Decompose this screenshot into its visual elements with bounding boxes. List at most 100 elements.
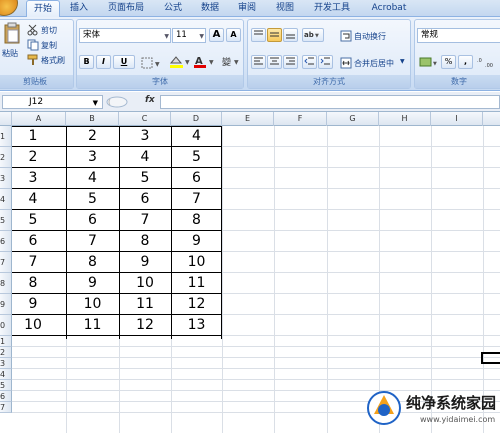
comma-button[interactable]: , — [458, 55, 473, 69]
cell-b5[interactable]: 6 — [66, 210, 119, 231]
cell-b4[interactable]: 5 — [66, 189, 119, 210]
align-left-button[interactable] — [251, 55, 266, 69]
formula-input[interactable] — [160, 95, 500, 109]
orientation-button[interactable]: ab ▼ — [302, 28, 324, 42]
tab-acrobat[interactable]: Acrobat — [364, 0, 414, 17]
cell-a10[interactable]: 10 — [6, 315, 60, 336]
cell-c5[interactable]: 7 — [119, 210, 171, 231]
underline-button[interactable]: U — [113, 55, 135, 69]
cell-d1[interactable]: 4 — [171, 126, 222, 147]
fill-color-icon[interactable]: ▼ — [169, 55, 193, 69]
cell-b10[interactable]: 11 — [66, 315, 119, 336]
row-header[interactable]: 5 — [0, 380, 12, 391]
column-header-d[interactable]: D — [171, 112, 222, 126]
cell-b8[interactable]: 9 — [66, 273, 119, 294]
cell-b7[interactable]: 8 — [66, 252, 119, 273]
cell-a1[interactable]: 1 — [6, 126, 60, 147]
cell-a3[interactable]: 3 — [6, 168, 60, 189]
copy-button[interactable]: 复制 — [41, 40, 57, 51]
cell-c4[interactable]: 6 — [119, 189, 171, 210]
cell-b3[interactable]: 4 — [66, 168, 119, 189]
cut-button[interactable]: 剪切 — [41, 25, 57, 36]
font-color-icon[interactable]: A ▼ — [193, 55, 217, 69]
cell-a2[interactable]: 2 — [6, 147, 60, 168]
currency-icon[interactable]: ▼ — [419, 56, 439, 68]
tab-review[interactable]: 审阅 — [230, 0, 264, 17]
cell-d10[interactable]: 13 — [171, 315, 222, 336]
column-header-c[interactable]: C — [119, 112, 171, 126]
tab-page-layout[interactable]: 页面布局 — [100, 0, 152, 17]
cell-c8[interactable]: 10 — [119, 273, 171, 294]
bold-button[interactable]: B — [79, 55, 94, 69]
column-header-f[interactable]: F — [274, 112, 327, 126]
percent-button[interactable]: % — [441, 55, 456, 69]
align-center-button[interactable] — [267, 55, 282, 69]
cancel-formula-icon[interactable] — [106, 96, 128, 108]
cell-a7[interactable]: 7 — [6, 252, 60, 273]
insert-function-button[interactable]: fx — [145, 95, 155, 105]
tab-developer[interactable]: 开发工具 — [306, 0, 358, 17]
cell-c10[interactable]: 12 — [119, 315, 171, 336]
column-header-i[interactable]: I — [431, 112, 483, 126]
row-header[interactable]: 6 — [0, 391, 12, 402]
column-header-b[interactable]: B — [66, 112, 119, 126]
column-header-h[interactable]: H — [379, 112, 431, 126]
paste-button[interactable]: 粘贴 — [1, 22, 23, 72]
grow-font-button[interactable]: A — [209, 28, 224, 42]
cell-d7[interactable]: 10 — [171, 252, 222, 273]
cell-c9[interactable]: 11 — [119, 294, 171, 315]
row-header[interactable]: 7 — [0, 402, 12, 413]
decrease-indent-button[interactable] — [302, 55, 317, 69]
cell-d8[interactable]: 11 — [171, 273, 222, 294]
column-header-e[interactable]: E — [222, 112, 274, 126]
cell-d9[interactable]: 12 — [171, 294, 222, 315]
align-middle-button[interactable] — [267, 28, 282, 42]
tab-formulas[interactable]: 公式 — [156, 0, 190, 17]
column-header-a[interactable]: A — [12, 112, 66, 126]
merge-center-button[interactable]: 合并后居中 — [354, 58, 394, 69]
align-top-button[interactable] — [251, 28, 266, 42]
cell-a4[interactable]: 4 — [6, 189, 60, 210]
format-painter-button[interactable]: 格式刷 — [41, 55, 65, 66]
increase-decimal-icon[interactable]: .0.00 — [477, 56, 500, 68]
active-cell-selection[interactable] — [481, 352, 500, 364]
align-bottom-button[interactable] — [283, 28, 298, 42]
italic-button[interactable]: I — [96, 55, 111, 69]
cell-d6[interactable]: 9 — [171, 231, 222, 252]
wrap-text-button[interactable]: 自动换行 — [354, 31, 386, 42]
row-header[interactable]: 4 — [0, 369, 12, 380]
number-format-select[interactable]: 常规 — [417, 28, 500, 43]
cell-c3[interactable]: 5 — [119, 168, 171, 189]
cell-b6[interactable]: 7 — [66, 231, 119, 252]
cell-a6[interactable]: 6 — [6, 231, 60, 252]
name-box[interactable]: J12 ▼ — [2, 95, 103, 109]
cell-c1[interactable]: 3 — [119, 126, 171, 147]
shrink-font-button[interactable]: A — [226, 28, 241, 42]
cell-c7[interactable]: 9 — [119, 252, 171, 273]
cell-b1[interactable]: 2 — [66, 126, 119, 147]
font-name-select[interactable]: 宋体 ▼ — [79, 28, 171, 43]
row-header[interactable]: 3 — [0, 358, 12, 369]
cell-a5[interactable]: 5 — [6, 210, 60, 231]
cell-b2[interactable]: 3 — [66, 147, 119, 168]
select-all-corner[interactable] — [0, 112, 12, 126]
cell-c2[interactable]: 4 — [119, 147, 171, 168]
tab-data[interactable]: 数据 — [193, 0, 227, 17]
cell-a9[interactable]: 9 — [6, 294, 60, 315]
cell-b9[interactable]: 10 — [66, 294, 119, 315]
tab-insert[interactable]: 插入 — [62, 0, 96, 17]
cell-d3[interactable]: 6 — [171, 168, 222, 189]
office-button[interactable] — [0, 0, 18, 16]
tab-home[interactable]: 开始 — [26, 0, 60, 18]
cell-d4[interactable]: 7 — [171, 189, 222, 210]
row-header[interactable]: 1 — [0, 336, 12, 347]
tab-view[interactable]: 视图 — [268, 0, 302, 17]
font-size-select[interactable]: 11 ▼ — [172, 28, 206, 43]
cell-d5[interactable]: 8 — [171, 210, 222, 231]
borders-icon[interactable]: ▼ — [141, 57, 163, 69]
cell-d2[interactable]: 5 — [171, 147, 222, 168]
increase-indent-button[interactable] — [318, 55, 333, 69]
cell-a8[interactable]: 8 — [6, 273, 60, 294]
align-right-button[interactable] — [283, 55, 298, 69]
column-header-g[interactable]: G — [327, 112, 379, 126]
